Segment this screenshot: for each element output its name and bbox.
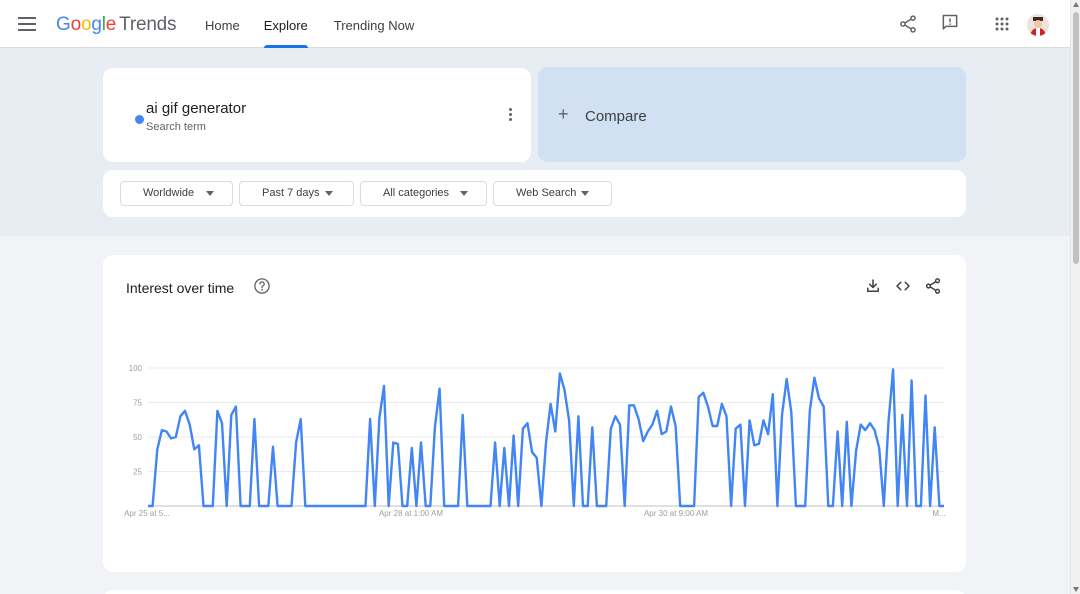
main-nav: Home Explore Trending Now (205, 0, 438, 48)
top-app-bar: Google Trends Home Explore Trending Now (0, 0, 1070, 48)
y-tick-label: 75 (133, 399, 142, 408)
menu-icon[interactable] (18, 17, 36, 31)
more-options-icon[interactable] (507, 108, 513, 122)
next-card (103, 590, 966, 594)
filter-time-label: Past 7 days (262, 187, 320, 199)
logo-google: Google (56, 14, 117, 35)
filter-search-type[interactable]: Web Search (493, 181, 612, 206)
filter-location-label: Worldwide (143, 187, 195, 199)
filter-category-label: All categories (383, 187, 450, 199)
interest-chart: 100 75 50 25 Apr 25 at 5... Apr 28 at 1:00 AM… (124, 364, 946, 518)
apps-grid-icon[interactable] (992, 14, 1012, 34)
avatar-image (1027, 14, 1049, 36)
search-term-card[interactable]: ai gif generator Search term (103, 68, 531, 162)
x-tick-label: M... (932, 509, 945, 518)
scroll-thumb[interactable] (1073, 12, 1079, 264)
nav-trending-now[interactable]: Trending Now (334, 0, 414, 48)
scroll-up-icon[interactable] (1073, 2, 1079, 7)
y-tick-label: 100 (129, 364, 143, 373)
compare-label: Compare (585, 108, 647, 125)
search-term-name[interactable]: ai gif generator (146, 100, 246, 117)
filter-search-type-label: Web Search (516, 187, 577, 199)
search-term-type: Search term (146, 121, 206, 133)
filter-category[interactable]: All categories (360, 181, 487, 206)
x-tick-label: Apr 25 at 5... (124, 509, 170, 518)
y-tick-label: 50 (133, 433, 142, 442)
share-icon[interactable] (898, 14, 918, 34)
caret-down-icon (206, 191, 214, 196)
google-trends-logo[interactable]: Google Trends (56, 14, 177, 36)
scroll-down-icon[interactable] (1073, 587, 1079, 592)
filter-time-range[interactable]: Past 7 days (239, 181, 354, 206)
interest-over-time-card: Interest over time 100 75 50 25 Apr 25 at 5.… (103, 255, 966, 572)
plus-icon: + (558, 104, 569, 124)
caret-down-icon (581, 191, 589, 196)
filter-location[interactable]: Worldwide (120, 181, 233, 206)
compare-button[interactable]: + Compare (538, 67, 966, 162)
page-scrollbar[interactable] (1070, 0, 1080, 594)
caret-down-icon (325, 191, 333, 196)
y-tick-label: 25 (133, 468, 142, 477)
x-tick-label: Apr 30 at 9:00 AM (644, 509, 708, 518)
logo-trends: Trends (119, 14, 177, 35)
avatar[interactable] (1027, 14, 1049, 36)
nav-home[interactable]: Home (205, 0, 240, 48)
nav-explore[interactable]: Explore (263, 0, 308, 48)
x-tick-label: Apr 28 at 1:00 AM (379, 509, 443, 518)
filters-bar: Worldwide Past 7 days All categories Web… (103, 170, 966, 217)
caret-down-icon (460, 191, 468, 196)
feedback-icon[interactable] (940, 13, 960, 33)
series-line-ai-gif-generator (148, 368, 944, 508)
term-color-dot (135, 115, 144, 124)
